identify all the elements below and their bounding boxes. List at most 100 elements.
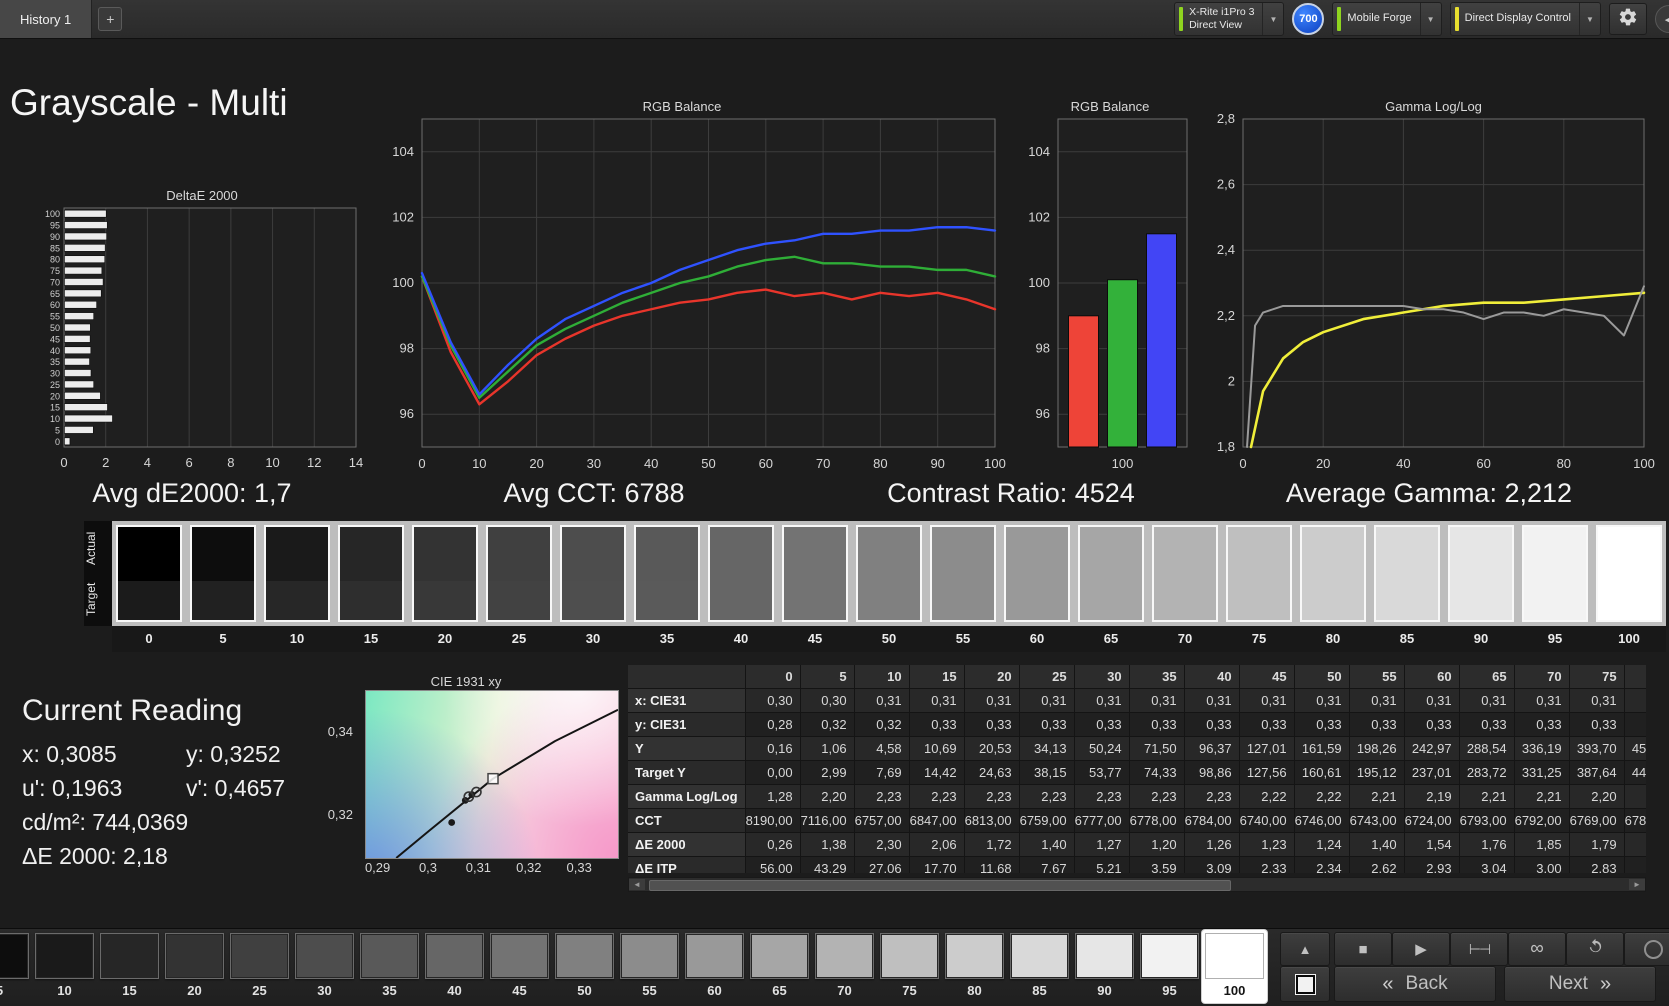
table-cell: 7,67 xyxy=(1019,856,1075,873)
tab-history-1[interactable]: History 1 xyxy=(0,0,93,38)
back-button[interactable]: « Back xyxy=(1334,966,1496,1002)
patch-button-35[interactable]: 35 xyxy=(357,930,422,1003)
table-cell: 6793,00 xyxy=(1459,808,1515,833)
svg-text:60: 60 xyxy=(759,456,773,471)
svg-text:2,6: 2,6 xyxy=(1217,177,1235,192)
target-patch xyxy=(340,580,402,620)
table-cell: 2,23 xyxy=(1184,784,1240,809)
grayscale-swatch-30 xyxy=(560,525,626,622)
svg-text:80: 80 xyxy=(50,255,60,265)
svg-text:90: 90 xyxy=(930,456,944,471)
patch-button-15[interactable]: 15 xyxy=(97,930,162,1003)
cie-1931-chart xyxy=(365,690,619,859)
pattern-window-button[interactable] xyxy=(1280,966,1330,1002)
svg-text:0: 0 xyxy=(60,455,67,470)
table-cell: 17,70 xyxy=(909,856,965,873)
table-cell: 1,40 xyxy=(1349,832,1405,857)
actual-patch xyxy=(1450,527,1512,581)
patch-button-45[interactable]: 45 xyxy=(487,930,552,1003)
source-dropdown[interactable]: Mobile Forge ▼ xyxy=(1332,2,1442,36)
patch-button-85[interactable]: 85 xyxy=(1007,930,1072,1003)
patch-button-50[interactable]: 50 xyxy=(552,930,617,1003)
record-button[interactable] xyxy=(1624,932,1669,966)
table-cell: 74,33 xyxy=(1129,760,1185,785)
continuous-measure-button[interactable]: ∞ xyxy=(1508,932,1566,966)
table-cell: 453,54 xyxy=(1624,736,1646,761)
gear-icon xyxy=(1618,7,1638,32)
collapse-toolbar-button[interactable]: ◀ xyxy=(1655,5,1669,33)
svg-text:60: 60 xyxy=(50,300,60,310)
patch-button-55[interactable]: 55 xyxy=(617,930,682,1003)
patch-button-25[interactable]: 25 xyxy=(227,930,292,1003)
table-cell: 1,79 xyxy=(1569,832,1625,857)
cie-y-axis: 0,34 0,32 xyxy=(313,690,359,857)
svg-text:30: 30 xyxy=(50,369,60,379)
table-cell: 6782,00 xyxy=(1624,808,1646,833)
patch-button-10[interactable]: 10 xyxy=(32,930,97,1003)
circle-icon xyxy=(1643,939,1663,959)
table-corner xyxy=(628,665,746,689)
patch-button-20[interactable]: 20 xyxy=(162,930,227,1003)
display-control-dropdown[interactable]: Direct Display Control ▼ xyxy=(1449,2,1601,36)
table-cell: 2,06 xyxy=(909,832,965,857)
table-cell: 2,21 xyxy=(1349,784,1405,809)
meter-dropdown[interactable]: X-Rite i1Pro 3 Direct View ▼ xyxy=(1174,2,1285,36)
patch-button-90[interactable]: 90 xyxy=(1072,930,1137,1003)
table-cell: 2,23 xyxy=(1019,784,1075,809)
scroll-right-arrow-icon[interactable]: ► xyxy=(1629,879,1645,890)
table-cell: 1,93 xyxy=(1624,832,1646,857)
table-cell: 6813,00 xyxy=(964,808,1020,833)
table-cell: 71,50 xyxy=(1129,736,1185,761)
table-cell: 0,31 xyxy=(1074,688,1130,713)
patch-label: 95 xyxy=(1162,983,1177,998)
meter-count-badge[interactable]: 700 xyxy=(1292,3,1325,35)
table-cell: 6784,00 xyxy=(1184,808,1240,833)
settings-button[interactable] xyxy=(1609,3,1647,35)
chevron-left-icon: ◀ xyxy=(1665,13,1669,26)
swatch-label: 60 xyxy=(1029,631,1045,646)
patch-swatch xyxy=(685,933,744,979)
cie-x-tick: 0,29 xyxy=(364,860,391,875)
patch-button-5[interactable]: 5 xyxy=(0,930,32,1003)
table-scrollbar[interactable]: ◄ ► xyxy=(628,877,1646,892)
patch-swatch xyxy=(945,933,1004,979)
single-measure-button[interactable]: ⊢⊣ xyxy=(1450,932,1508,966)
patch-button-60[interactable]: 60 xyxy=(682,930,747,1003)
table-cell: 6792,00 xyxy=(1514,808,1570,833)
grayscale-swatch-90 xyxy=(1448,525,1514,622)
add-tab-button[interactable]: + xyxy=(98,7,123,31)
table-cell: 7116,00 xyxy=(800,808,855,833)
target-patch xyxy=(1006,580,1068,620)
svg-text:2: 2 xyxy=(102,455,109,470)
next-button[interactable]: Next » xyxy=(1504,966,1656,1002)
patch-swatch xyxy=(1140,933,1199,979)
patch-button-75[interactable]: 75 xyxy=(877,930,942,1003)
grayscale-swatch-20 xyxy=(412,525,478,622)
patch-button-40[interactable]: 40 xyxy=(422,930,487,1003)
table-cell: 0,00 xyxy=(745,760,801,785)
cie-x-axis: 0,29 0,3 0,31 0,32 0,33 xyxy=(365,860,617,876)
stop-button[interactable]: ■ xyxy=(1334,932,1392,966)
play-button[interactable]: ▶ xyxy=(1392,932,1450,966)
patch-button-80[interactable]: 80 xyxy=(942,930,1007,1003)
patch-button-30[interactable]: 30 xyxy=(292,930,357,1003)
grayscale-swatch-5 xyxy=(190,525,256,622)
table-cell: 50,24 xyxy=(1074,736,1130,761)
scroll-left-arrow-icon[interactable]: ◄ xyxy=(629,879,645,890)
patch-button-65[interactable]: 65 xyxy=(747,930,812,1003)
scrollbar-thumb[interactable] xyxy=(649,880,1231,891)
refresh-button[interactable] xyxy=(1566,932,1624,966)
patch-label: 55 xyxy=(642,983,657,998)
svg-text:100: 100 xyxy=(984,456,1006,471)
reading-v-prime: v': 0,4657 xyxy=(186,775,286,801)
patch-button-100[interactable]: 100 xyxy=(1202,930,1267,1003)
table-cell: 0,33 xyxy=(1404,712,1460,737)
display-control-name: Direct Display Control xyxy=(1464,12,1571,25)
patch-button-70[interactable]: 70 xyxy=(812,930,877,1003)
swatch-label: 35 xyxy=(659,631,675,646)
avg-deltae-stat: Avg dE2000: 1,7 xyxy=(92,478,292,508)
svg-text:65: 65 xyxy=(50,289,60,299)
patch-button-95[interactable]: 95 xyxy=(1137,930,1202,1003)
patch-list-up-button[interactable]: ▲ xyxy=(1280,932,1330,966)
swatch-label: 100 xyxy=(1618,631,1640,646)
